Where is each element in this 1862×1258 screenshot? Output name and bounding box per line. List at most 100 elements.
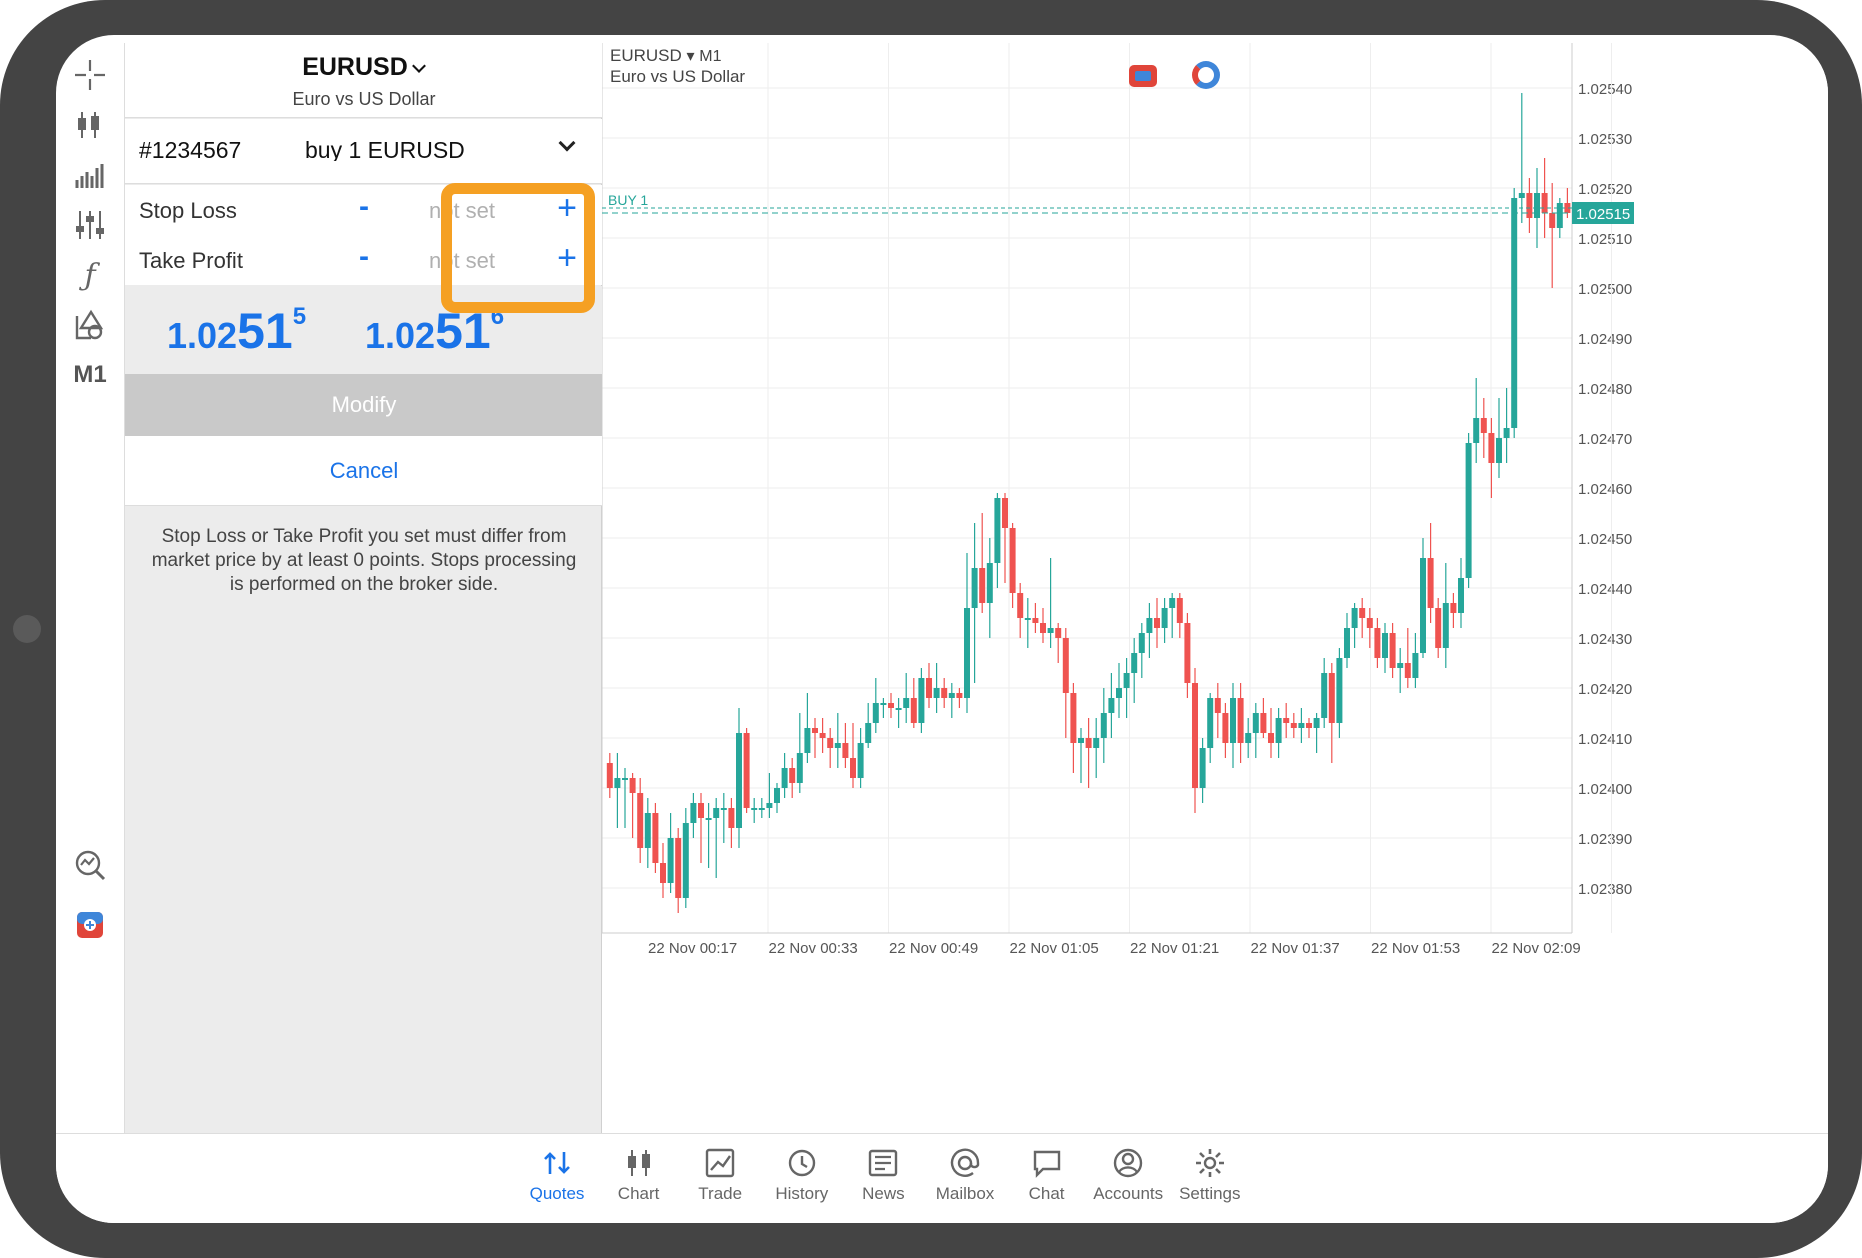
stop-loss-decrease-button[interactable]: - xyxy=(349,187,379,231)
y-tick-label: 1.02530 xyxy=(1578,131,1632,148)
signal-indicator-icon[interactable] xyxy=(1192,61,1220,89)
chart-canvas[interactable]: 1.02540 1.02530 1.02520 1.02510 1.02500 1.024… xyxy=(602,43,1828,1133)
nav-settings[interactable]: Settings xyxy=(1165,1140,1255,1220)
crosshair-icon[interactable] xyxy=(64,53,116,97)
candle-body xyxy=(1245,733,1252,743)
candle-body xyxy=(1275,718,1282,743)
candle-body xyxy=(895,708,902,710)
stops-note: Stop Loss or Take Profit you set must di… xyxy=(151,526,577,595)
candle-body xyxy=(1085,738,1092,748)
candle-body xyxy=(964,608,970,698)
candle-body xyxy=(1009,528,1016,593)
price-chart[interactable]: 1.02540 1.02530 1.02520 1.02510 1.02500 1.024… xyxy=(602,43,1828,1133)
y-tick-label: 1.02420 xyxy=(1578,681,1632,698)
candle-body xyxy=(804,728,811,753)
nav-chat[interactable]: Chat xyxy=(1002,1140,1092,1220)
nav-mailbox[interactable]: Mailbox xyxy=(920,1140,1010,1220)
candle-body xyxy=(1458,578,1464,613)
y-tick-label: 1.02510 xyxy=(1578,231,1632,248)
nav-accounts[interactable]: Accounts xyxy=(1083,1140,1173,1220)
candle-body xyxy=(736,733,742,828)
order-type: buy 1 EURUSD xyxy=(305,137,465,161)
symbol-name: EURUSD xyxy=(302,53,408,81)
candle-body xyxy=(812,728,818,733)
symbol-selector[interactable]: EURUSD xyxy=(125,53,603,82)
candle-body xyxy=(751,808,758,810)
cancel-button[interactable]: Cancel xyxy=(125,436,603,506)
timeframe-button[interactable]: M1 xyxy=(64,353,116,397)
y-tick-label: 1.02440 xyxy=(1578,581,1632,598)
indicators-icon[interactable] xyxy=(64,153,116,197)
x-tick-label: 22 Nov 01:37 xyxy=(1251,940,1340,957)
candle-body xyxy=(705,818,712,820)
bottom-navigation: Quotes Chart Trade History News Mailbox Chat Ac… xyxy=(56,1133,1828,1223)
candle-body xyxy=(842,743,849,758)
candle-body xyxy=(956,693,963,698)
one-click-trading-icon[interactable] xyxy=(1129,65,1157,87)
candle-body xyxy=(933,688,940,698)
accounts-icon xyxy=(1083,1140,1173,1184)
nav-quotes[interactable]: Quotes xyxy=(512,1140,602,1220)
candle-body xyxy=(1336,658,1343,723)
candlestick-icon[interactable] xyxy=(64,103,116,147)
order-selector[interactable]: #1234567 buy 1 EURUSD xyxy=(125,119,603,184)
y-tick-label: 1.02490 xyxy=(1578,331,1632,348)
candle-body xyxy=(1344,628,1350,658)
candle-body xyxy=(994,498,1001,563)
candle-body xyxy=(1214,698,1221,713)
x-tick-label: 22 Nov 01:05 xyxy=(1010,940,1099,957)
quotes-icon xyxy=(512,1140,602,1184)
candle-body xyxy=(1518,193,1525,198)
nav-chart[interactable]: Chart xyxy=(594,1140,684,1220)
analytics-icon[interactable] xyxy=(64,843,116,887)
candle-body xyxy=(1123,673,1130,688)
function-icon[interactable]: ƒ xyxy=(64,253,116,297)
candle-body xyxy=(1017,593,1024,618)
y-tick-label: 1.02450 xyxy=(1578,531,1632,548)
candle-body xyxy=(713,808,720,818)
candle-body xyxy=(728,808,735,828)
chart-toolbar: ƒ M1 xyxy=(56,43,124,1133)
nav-label: Trade xyxy=(698,1184,743,1203)
candle-body xyxy=(819,733,826,738)
candle-body xyxy=(918,678,925,723)
trade-signal-icon[interactable] xyxy=(64,903,116,947)
y-tick-label: 1.02390 xyxy=(1578,831,1632,848)
candle-body xyxy=(1450,603,1457,613)
candle-body xyxy=(1146,618,1153,633)
nav-label: Chart xyxy=(617,1184,660,1203)
sl-tp-highlight-box xyxy=(441,183,595,313)
modify-button[interactable]: Modify xyxy=(125,374,603,436)
take-profit-decrease-button[interactable]: - xyxy=(349,237,379,281)
nav-history[interactable]: History xyxy=(757,1140,847,1220)
candle-body xyxy=(1070,693,1077,743)
candle-body xyxy=(827,738,834,748)
y-tick-label: 1.02540 xyxy=(1578,81,1632,98)
chart-icon xyxy=(594,1140,684,1184)
nav-news[interactable]: News xyxy=(838,1140,928,1220)
nav-label: News xyxy=(862,1184,905,1203)
candle-body xyxy=(622,778,628,780)
candle-body xyxy=(948,693,955,698)
candle-body xyxy=(1442,603,1449,648)
trade-icon xyxy=(675,1140,765,1184)
candle-body xyxy=(979,568,986,603)
candle-body xyxy=(1192,683,1198,788)
settings-sliders-icon[interactable] xyxy=(64,203,116,247)
candle-body xyxy=(1480,418,1487,433)
candle-body xyxy=(1169,598,1176,608)
candle-body xyxy=(1237,698,1244,743)
candle-body xyxy=(850,758,856,778)
candle-body xyxy=(1359,608,1366,618)
candle-body xyxy=(1176,598,1183,623)
y-tick-label: 1.02380 xyxy=(1578,881,1632,898)
candle-body xyxy=(614,778,621,788)
history-icon xyxy=(757,1140,847,1184)
candle-body xyxy=(606,763,613,788)
nav-trade[interactable]: Trade xyxy=(675,1140,765,1220)
symbol-header[interactable]: EURUSD Euro vs US Dollar xyxy=(125,43,603,118)
candle-body xyxy=(1222,713,1229,743)
candle-body xyxy=(941,688,948,698)
objects-icon[interactable] xyxy=(64,303,116,347)
candle-body xyxy=(834,743,841,748)
